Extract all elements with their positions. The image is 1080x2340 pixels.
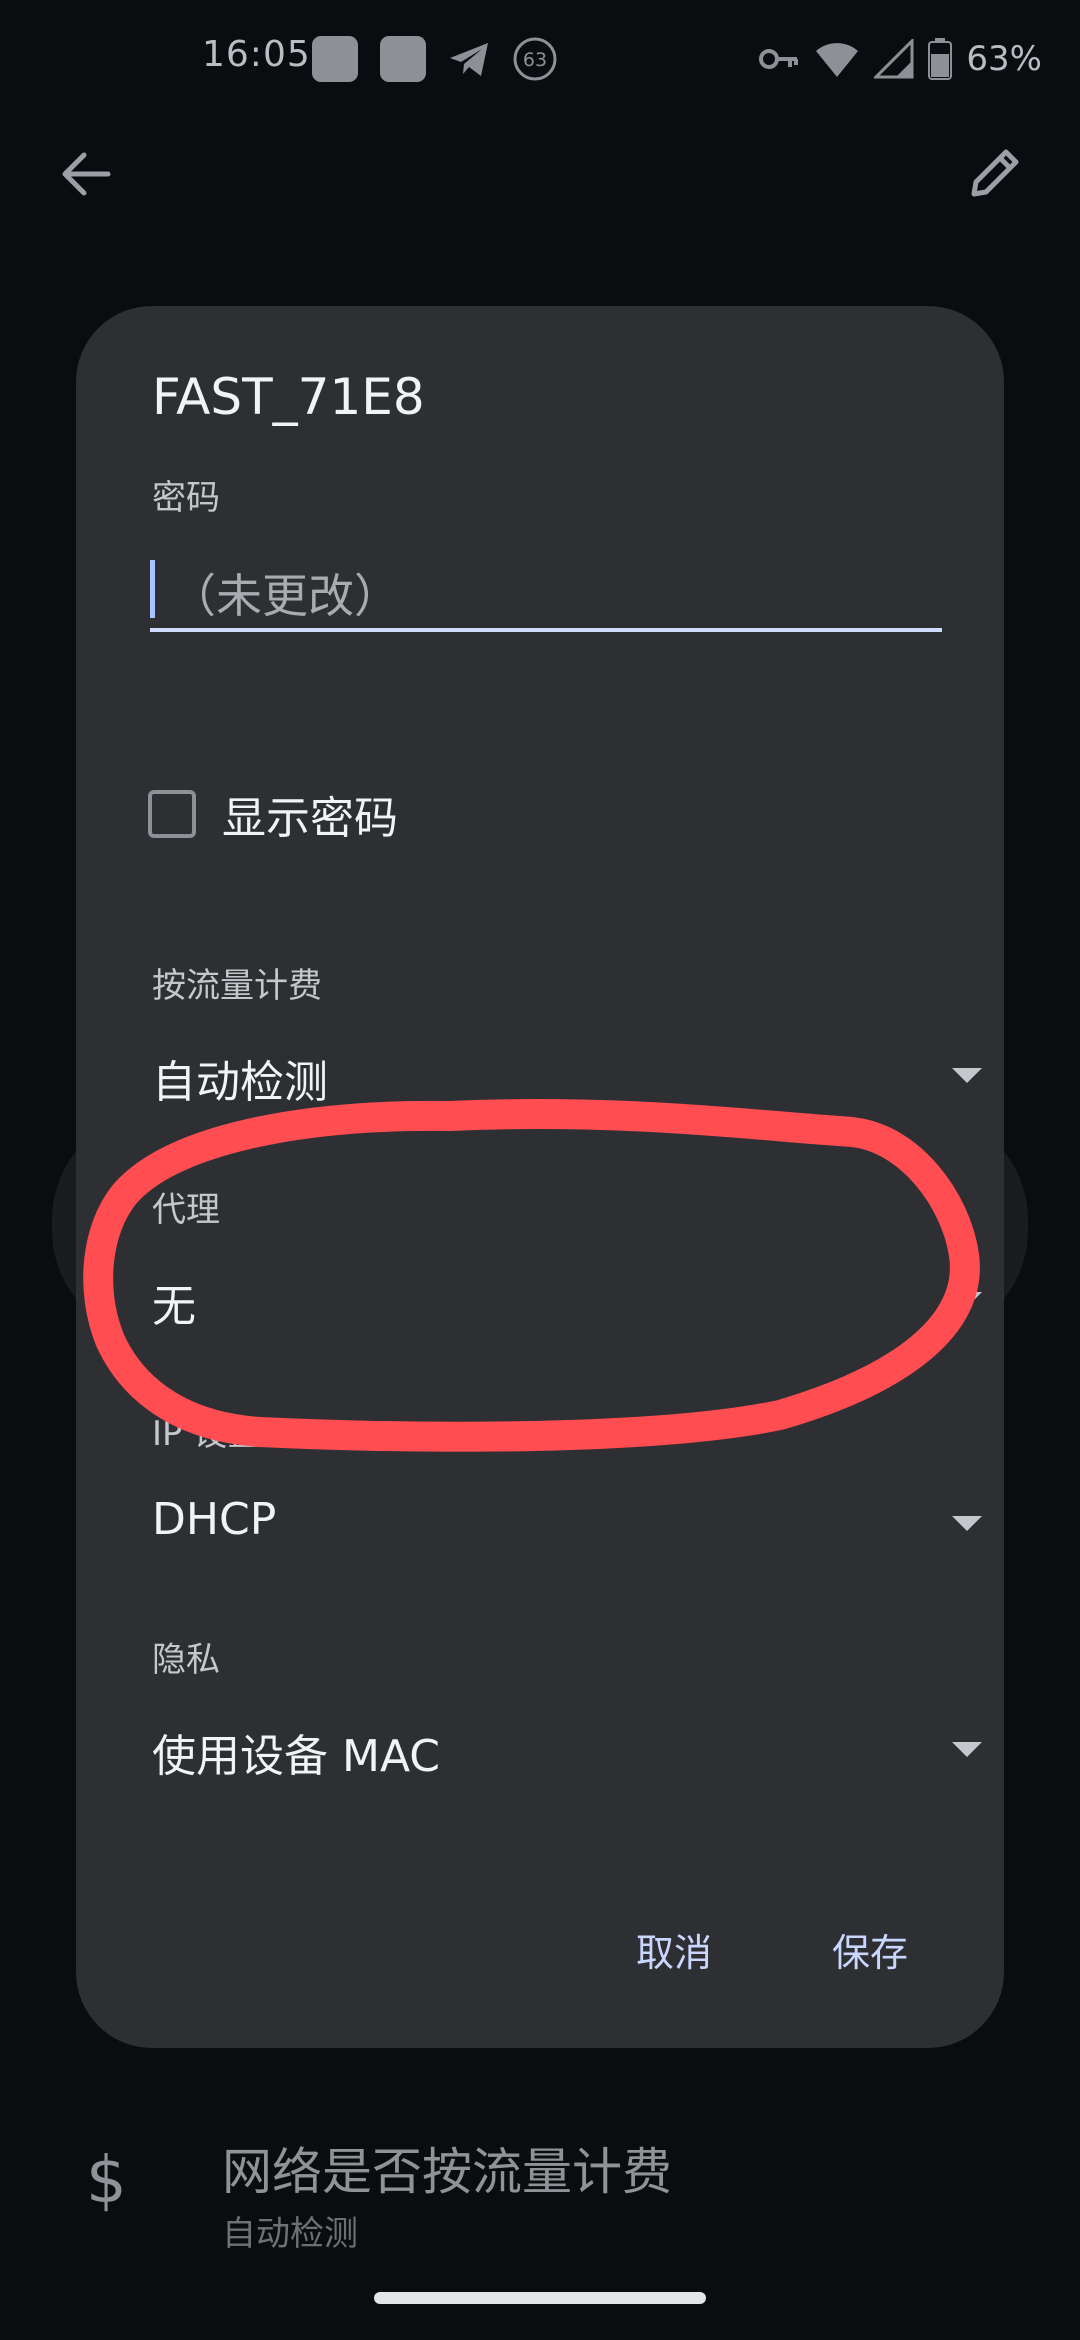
- metered-value: 自动检测: [152, 1057, 328, 1108]
- ip-settings-label: IP 设置: [152, 1414, 262, 1454]
- password-underline: [150, 628, 942, 632]
- status-bar: 16:05 63 63%: [0, 0, 1080, 116]
- password-label: 密码: [152, 478, 220, 518]
- battery-percent: 63%: [966, 39, 1042, 79]
- edit-pencil-icon[interactable]: [962, 142, 1026, 206]
- status-right: 63%: [758, 36, 1042, 82]
- dropdown-arrow-icon: [952, 1516, 982, 1531]
- app-square-icon: [380, 36, 426, 82]
- metered-dropdown[interactable]: 自动检测: [152, 1034, 986, 1118]
- screen: 16:05 63 63% $ 网络是否按流量计费 自动检测 FAST_71E8 …: [0, 0, 1080, 2340]
- ip-settings-value: DHCP: [152, 1494, 277, 1545]
- cancel-button[interactable]: 取消: [636, 1922, 712, 1977]
- password-placeholder: （未更改）: [170, 569, 400, 623]
- password-input[interactable]: （未更改）: [150, 546, 942, 632]
- wifi-icon: [816, 43, 859, 77]
- back-arrow-icon[interactable]: [56, 144, 116, 204]
- dollar-icon: $: [86, 2144, 127, 2218]
- dropdown-arrow-icon: [952, 1742, 982, 1757]
- privacy-label: 隐私: [152, 1640, 220, 1680]
- show-password-label: 显示密码: [222, 793, 398, 844]
- proxy-value: 无: [152, 1281, 196, 1332]
- notification-badge-text: 63: [523, 49, 547, 71]
- gesture-nav-handle[interactable]: [374, 2292, 706, 2304]
- text-cursor: [150, 560, 155, 618]
- metered-row-subtitle: 自动检测: [222, 2214, 358, 2254]
- key-icon: [759, 49, 799, 69]
- background-metered-row[interactable]: $ 网络是否按流量计费 自动检测: [0, 2110, 1080, 2260]
- signal-icon: [874, 39, 914, 79]
- privacy-dropdown[interactable]: 使用设备 MAC: [152, 1708, 986, 1792]
- dropdown-arrow-icon: [952, 1068, 982, 1083]
- proxy-dropdown[interactable]: 无: [152, 1258, 986, 1342]
- show-password-checkbox[interactable]: [148, 790, 196, 838]
- privacy-value: 使用设备 MAC: [152, 1731, 440, 1782]
- dialog-title: FAST_71E8: [152, 368, 425, 426]
- data-saver-icon: 63: [513, 37, 557, 81]
- wifi-network-dialog: FAST_71E8 密码 （未更改） 显示密码 按流量计费 自动检测 代理 无 …: [76, 306, 1004, 2048]
- proxy-label: 代理: [152, 1190, 220, 1230]
- save-button[interactable]: 保存: [832, 1922, 908, 1977]
- battery-icon: [928, 38, 953, 80]
- telegram-icon: [450, 43, 488, 76]
- dropdown-arrow-icon: [952, 1292, 982, 1307]
- ip-settings-dropdown[interactable]: DHCP: [152, 1482, 986, 1566]
- show-password-toggle[interactable]: 显示密码: [148, 784, 398, 844]
- status-time: 16:05: [202, 34, 311, 75]
- app-square-icon: [312, 36, 358, 82]
- metered-label: 按流量计费: [152, 966, 322, 1006]
- metered-row-title: 网络是否按流量计费: [222, 2143, 672, 2201]
